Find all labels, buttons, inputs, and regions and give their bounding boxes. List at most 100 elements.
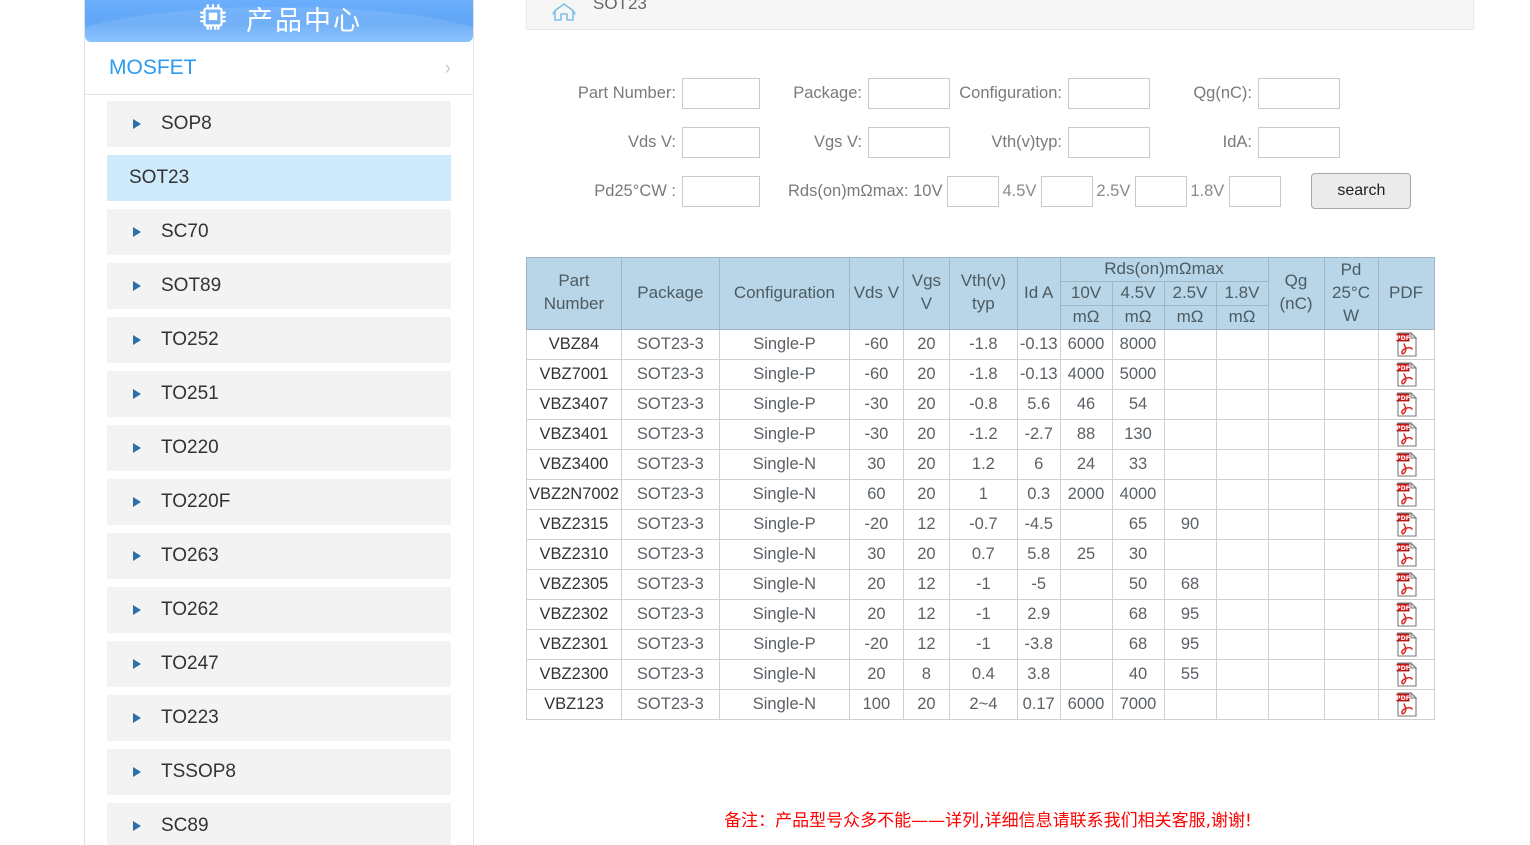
cell-id: 5.8	[1017, 539, 1060, 569]
rds-45v-input[interactable]	[1041, 176, 1093, 207]
table-row[interactable]: VBZ123SOT23-3Single-N100202~40.176000700…	[527, 689, 1435, 719]
cell-configuration: Single-N	[719, 479, 849, 509]
sidebar-item-to247[interactable]: TO247	[107, 641, 451, 687]
table-row[interactable]: VBZ3400SOT23-3Single-N30201.262433PDF	[527, 449, 1435, 479]
table-row[interactable]: VBZ7001SOT23-3Single-P-6020-1.8-0.134000…	[527, 359, 1435, 389]
table-row[interactable]: VBZ2315SOT23-3Single-P-2012-0.7-4.56590P…	[527, 509, 1435, 539]
cell-id: 0.17	[1017, 689, 1060, 719]
id-input[interactable]	[1258, 127, 1340, 158]
table-row[interactable]: VBZ2310SOT23-3Single-N30200.75.82530PDF	[527, 539, 1435, 569]
vth-input[interactable]	[1068, 127, 1150, 158]
sidebar-item-to262[interactable]: TO262	[107, 587, 451, 633]
cell-vth: -1.8	[949, 359, 1017, 389]
cell-package: SOT23-3	[621, 479, 719, 509]
sidebar-item-sot23[interactable]: SOT23	[107, 155, 451, 201]
table-row[interactable]: VBZ2300SOT23-3Single-N2080.43.84055PDF	[527, 659, 1435, 689]
cell-part-number: VBZ2302	[527, 599, 622, 629]
main-content: SOT23 Part Number: Package: Configuratio…	[508, 0, 1468, 845]
cell-id: -0.13	[1017, 359, 1060, 389]
svg-text:PDF: PDF	[1396, 545, 1410, 552]
vds-input[interactable]	[682, 127, 760, 158]
vds-label: Vds V:	[628, 133, 676, 152]
cell-r18	[1216, 389, 1268, 419]
sidebar-item-to263[interactable]: TO263	[107, 533, 451, 579]
pdf-icon[interactable]: PDF	[1378, 389, 1434, 419]
table-row[interactable]: VBZ3407SOT23-3Single-P-3020-0.85.64654PD…	[527, 389, 1435, 419]
pdf-icon[interactable]: PDF	[1378, 449, 1434, 479]
form-row-2: Vds V: Vgs V: Vth(v)typ: IdA:	[526, 125, 1456, 159]
sidebar-item-to220[interactable]: TO220	[107, 425, 451, 471]
sidebar-item-to223[interactable]: TO223	[107, 695, 451, 741]
pdf-icon[interactable]: PDF	[1378, 479, 1434, 509]
cell-configuration: Single-N	[719, 569, 849, 599]
pdf-icon[interactable]: PDF	[1378, 569, 1434, 599]
sidebar-category-mosfet[interactable]: MOSFET ›	[85, 42, 473, 95]
sidebar-item-label: TSSOP8	[161, 761, 236, 783]
cell-vds: -60	[849, 329, 903, 359]
cell-part-number: VBZ2301	[527, 629, 622, 659]
cell-r10: 24	[1060, 449, 1112, 479]
th-pd: Pd 25°C W	[1324, 258, 1378, 330]
part-number-input[interactable]	[682, 78, 760, 109]
vgs-input[interactable]	[868, 127, 950, 158]
cell-r10	[1060, 659, 1112, 689]
qg-input[interactable]	[1258, 78, 1340, 109]
cell-pd	[1324, 419, 1378, 449]
rds-10v-input[interactable]	[947, 176, 999, 207]
package-label: Package:	[793, 84, 862, 103]
sidebar-item-sop8[interactable]: SOP8	[107, 101, 451, 147]
cell-pd	[1324, 329, 1378, 359]
cell-qg	[1268, 449, 1324, 479]
table-row[interactable]: VBZ2305SOT23-3Single-N2012-1-55068PDF	[527, 569, 1435, 599]
sidebar-item-sc70[interactable]: SC70	[107, 209, 451, 255]
sidebar-item-sot89[interactable]: SOT89	[107, 263, 451, 309]
rds-25v-input[interactable]	[1135, 176, 1187, 207]
chip-icon	[196, 1, 230, 35]
cell-qg	[1268, 599, 1324, 629]
triangle-right-icon	[133, 443, 141, 453]
pdf-icon[interactable]: PDF	[1378, 629, 1434, 659]
cell-r10: 25	[1060, 539, 1112, 569]
cell-r25: 95	[1164, 629, 1216, 659]
search-button[interactable]: search	[1311, 173, 1411, 209]
pd-input[interactable]	[682, 176, 760, 207]
cell-r18	[1216, 599, 1268, 629]
sidebar-item-to220f[interactable]: TO220F	[107, 479, 451, 525]
table-row[interactable]: VBZ2N7002SOT23-3Single-N602010.320004000…	[527, 479, 1435, 509]
sidebar-category-label: MOSFET	[109, 56, 445, 80]
home-icon[interactable]	[551, 1, 577, 23]
th-package: Package	[621, 258, 719, 330]
table-row[interactable]: VBZ84SOT23-3Single-P-6020-1.8-0.13600080…	[527, 329, 1435, 359]
rds-18v-input[interactable]	[1229, 176, 1281, 207]
cell-vth: 0.4	[949, 659, 1017, 689]
pdf-icon[interactable]: PDF	[1378, 419, 1434, 449]
pdf-icon[interactable]: PDF	[1378, 599, 1434, 629]
pdf-icon[interactable]: PDF	[1378, 509, 1434, 539]
sidebar-item-to252[interactable]: TO252	[107, 317, 451, 363]
th-unit-18v: mΩ	[1216, 305, 1268, 329]
cell-qg	[1268, 329, 1324, 359]
pdf-icon[interactable]: PDF	[1378, 689, 1434, 719]
package-input[interactable]	[868, 78, 950, 109]
sidebar-item-to251[interactable]: TO251	[107, 371, 451, 417]
cell-configuration: Single-N	[719, 449, 849, 479]
table-row[interactable]: VBZ2302SOT23-3Single-N2012-12.96895PDF	[527, 599, 1435, 629]
pdf-icon[interactable]: PDF	[1378, 329, 1434, 359]
configuration-input[interactable]	[1068, 78, 1150, 109]
cell-r18	[1216, 419, 1268, 449]
cell-r10	[1060, 599, 1112, 629]
cell-id: -5	[1017, 569, 1060, 599]
cell-qg	[1268, 419, 1324, 449]
cell-part-number: VBZ2300	[527, 659, 622, 689]
pdf-icon[interactable]: PDF	[1378, 659, 1434, 689]
sidebar-item-tssop8[interactable]: TSSOP8	[107, 749, 451, 795]
table-row[interactable]: VBZ3401SOT23-3Single-P-3020-1.2-2.788130…	[527, 419, 1435, 449]
pdf-icon[interactable]: PDF	[1378, 359, 1434, 389]
cell-id: 5.6	[1017, 389, 1060, 419]
sidebar-item-sc89[interactable]: SC89	[107, 803, 451, 845]
sidebar-item-label: SOP8	[161, 113, 212, 135]
cell-part-number: VBZ2310	[527, 539, 622, 569]
table-row[interactable]: VBZ2301SOT23-3Single-P-2012-1-3.86895PDF	[527, 629, 1435, 659]
cell-package: SOT23-3	[621, 389, 719, 419]
pdf-icon[interactable]: PDF	[1378, 539, 1434, 569]
